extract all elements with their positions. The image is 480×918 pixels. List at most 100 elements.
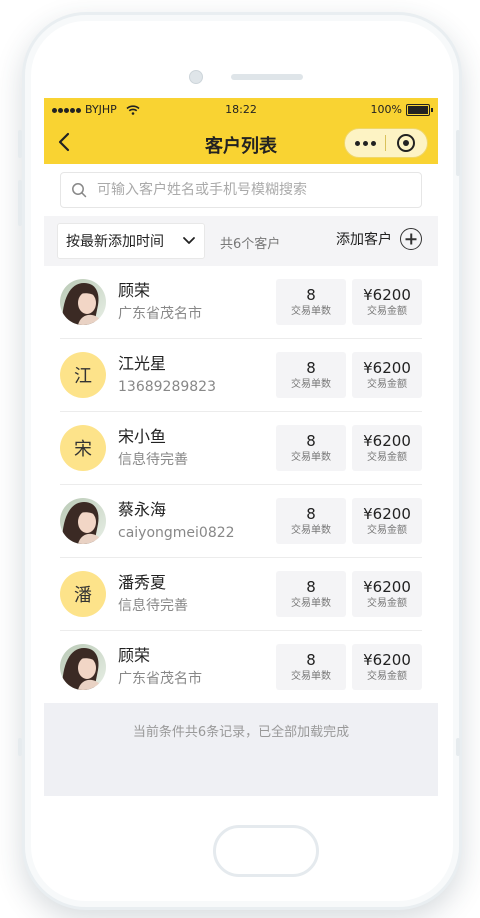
- trade-count-label: 交易单数: [291, 378, 331, 390]
- customer-name: 顾荣: [118, 280, 151, 300]
- customer-subtitle: 广东省茂名市: [118, 305, 202, 322]
- avatar-photo: [60, 498, 106, 544]
- trade-amount-stat: ¥6200 交易金额: [352, 571, 422, 617]
- customer-row[interactable]: 顾荣 广东省茂名市 8 交易单数 ¥6200 交易金额: [60, 631, 422, 703]
- avatar-photo: [60, 644, 106, 690]
- customer-subtitle: 信息待完善: [118, 451, 188, 468]
- customer-info: 江光星 13689289823: [118, 354, 270, 397]
- customer-name: 蔡永海: [118, 499, 167, 519]
- app-screen: BYJHP 18:22 100% 客户列表 可输入客户姓名或手机号模糊搜索 按最…: [44, 98, 438, 796]
- trade-amount-value: ¥6200: [363, 577, 411, 596]
- side-detail: [18, 738, 22, 756]
- customer-row[interactable]: 潘 潘秀夏 信息待完善 8 交易单数 ¥6200 交易金额: [60, 558, 422, 631]
- volume-up-button: [18, 180, 22, 226]
- trade-amount-value: ¥6200: [363, 358, 411, 377]
- search-input[interactable]: [95, 181, 411, 199]
- earpiece-speaker: [231, 74, 303, 80]
- sort-dropdown[interactable]: 按最新添加时间: [57, 223, 205, 259]
- customer-subtitle: 信息待完善: [118, 597, 188, 614]
- nav-bar: 客户列表: [44, 122, 438, 164]
- trade-amount-label: 交易金额: [367, 378, 407, 390]
- customer-list: 顾荣 广东省茂名市 8 交易单数 ¥6200 交易金额 江 江光星 136892…: [44, 266, 438, 703]
- trade-count-label: 交易单数: [291, 670, 331, 682]
- customer-name: 顾荣: [118, 645, 151, 665]
- trade-amount-value: ¥6200: [363, 504, 411, 523]
- chevron-down-icon: [183, 237, 195, 244]
- trade-count-stat: 8 交易单数: [276, 279, 346, 325]
- trade-count-stat: 8 交易单数: [276, 644, 346, 690]
- customer-row[interactable]: 江 江光星 13689289823 8 交易单数 ¥6200 交易金额: [60, 339, 422, 412]
- trade-count-stat: 8 交易单数: [276, 352, 346, 398]
- trade-count-stat: 8 交易单数: [276, 498, 346, 544]
- customer-info: 顾荣 广东省茂名市: [118, 646, 270, 689]
- customer-row[interactable]: 顾荣 广东省茂名市 8 交易单数 ¥6200 交易金额: [60, 266, 422, 339]
- trade-count-stat: 8 交易单数: [276, 571, 346, 617]
- trade-amount-stat: ¥6200 交易金额: [352, 352, 422, 398]
- customer-count: 共6个客户: [220, 237, 281, 252]
- status-bar: BYJHP 18:22 100%: [44, 98, 438, 122]
- side-detail-right: [456, 738, 460, 756]
- customer-row[interactable]: 蔡永海 caiyongmei0822 8 交易单数 ¥6200 交易金额: [60, 485, 422, 558]
- front-camera: [189, 70, 203, 84]
- customer-subtitle: caiyongmei0822: [118, 524, 235, 541]
- trade-count-value: 8: [306, 285, 316, 304]
- search-section: [44, 164, 438, 216]
- search-icon: [72, 183, 87, 198]
- avatar: 潘: [60, 571, 106, 617]
- trade-count-label: 交易单数: [291, 451, 331, 463]
- battery-area: 100%: [370, 103, 433, 116]
- trade-amount-label: 交易金额: [367, 597, 407, 609]
- battery-icon: [406, 103, 433, 116]
- customer-info: 蔡永海 caiyongmei0822: [118, 500, 270, 543]
- trade-amount-stat: ¥6200 交易金额: [352, 279, 422, 325]
- mute-switch: [18, 130, 22, 158]
- customer-name: 宋小鱼: [118, 426, 167, 446]
- trade-count-label: 交易单数: [291, 524, 331, 536]
- trade-count-value: 8: [306, 577, 316, 596]
- trade-count-value: 8: [306, 358, 316, 377]
- customer-subtitle: 广东省茂名市: [118, 670, 202, 687]
- trade-amount-stat: ¥6200 交易金额: [352, 498, 422, 544]
- avatar: [60, 279, 106, 325]
- avatar: 江: [60, 352, 106, 398]
- sort-label: 按最新添加时间: [66, 234, 164, 250]
- trade-amount-stat: ¥6200 交易金额: [352, 644, 422, 690]
- home-button[interactable]: [213, 825, 319, 877]
- trade-count-value: 8: [306, 431, 316, 450]
- trade-amount-stat: ¥6200 交易金额: [352, 425, 422, 471]
- customer-row[interactable]: 宋 宋小鱼 信息待完善 8 交易单数 ¥6200 交易金额: [60, 412, 422, 485]
- power-button: [456, 130, 460, 176]
- customer-name: 江光星: [118, 353, 167, 373]
- trade-count-value: 8: [306, 650, 316, 669]
- customer-name: 潘秀夏: [118, 572, 167, 592]
- avatar-photo: [60, 279, 106, 325]
- avatar: 宋: [60, 425, 106, 471]
- add-customer-button[interactable]: 添加客户: [336, 228, 422, 250]
- more-dots-icon[interactable]: [345, 129, 385, 157]
- trade-amount-value: ¥6200: [363, 285, 411, 304]
- avatar: [60, 644, 106, 690]
- battery-percent: 100%: [370, 103, 402, 116]
- customer-info: 潘秀夏 信息待完善: [118, 573, 270, 616]
- trade-amount-label: 交易金额: [367, 305, 407, 317]
- avatar: [60, 498, 106, 544]
- trade-amount-label: 交易金额: [367, 451, 407, 463]
- trade-amount-label: 交易金额: [367, 670, 407, 682]
- trade-count-label: 交易单数: [291, 305, 331, 317]
- plus-circle-icon: [400, 228, 422, 250]
- filter-bar: 按最新添加时间 共6个客户 添加客户: [44, 216, 438, 266]
- trade-amount-label: 交易金额: [367, 524, 407, 536]
- add-customer-label: 添加客户: [336, 232, 392, 248]
- trade-count-stat: 8 交易单数: [276, 425, 346, 471]
- close-target-icon[interactable]: [386, 129, 426, 157]
- customer-subtitle: 13689289823: [118, 378, 216, 395]
- customer-info: 顾荣 广东省茂名市: [118, 281, 270, 324]
- miniprogram-capsule: [344, 128, 428, 158]
- customer-info: 宋小鱼 信息待完善: [118, 427, 270, 470]
- trade-amount-value: ¥6200: [363, 431, 411, 450]
- trade-count-value: 8: [306, 504, 316, 523]
- trade-count-label: 交易单数: [291, 597, 331, 609]
- trade-amount-value: ¥6200: [363, 650, 411, 669]
- search-box: [60, 172, 422, 208]
- load-complete-text: 当前条件共6条记录，已全部加载完成: [132, 725, 350, 740]
